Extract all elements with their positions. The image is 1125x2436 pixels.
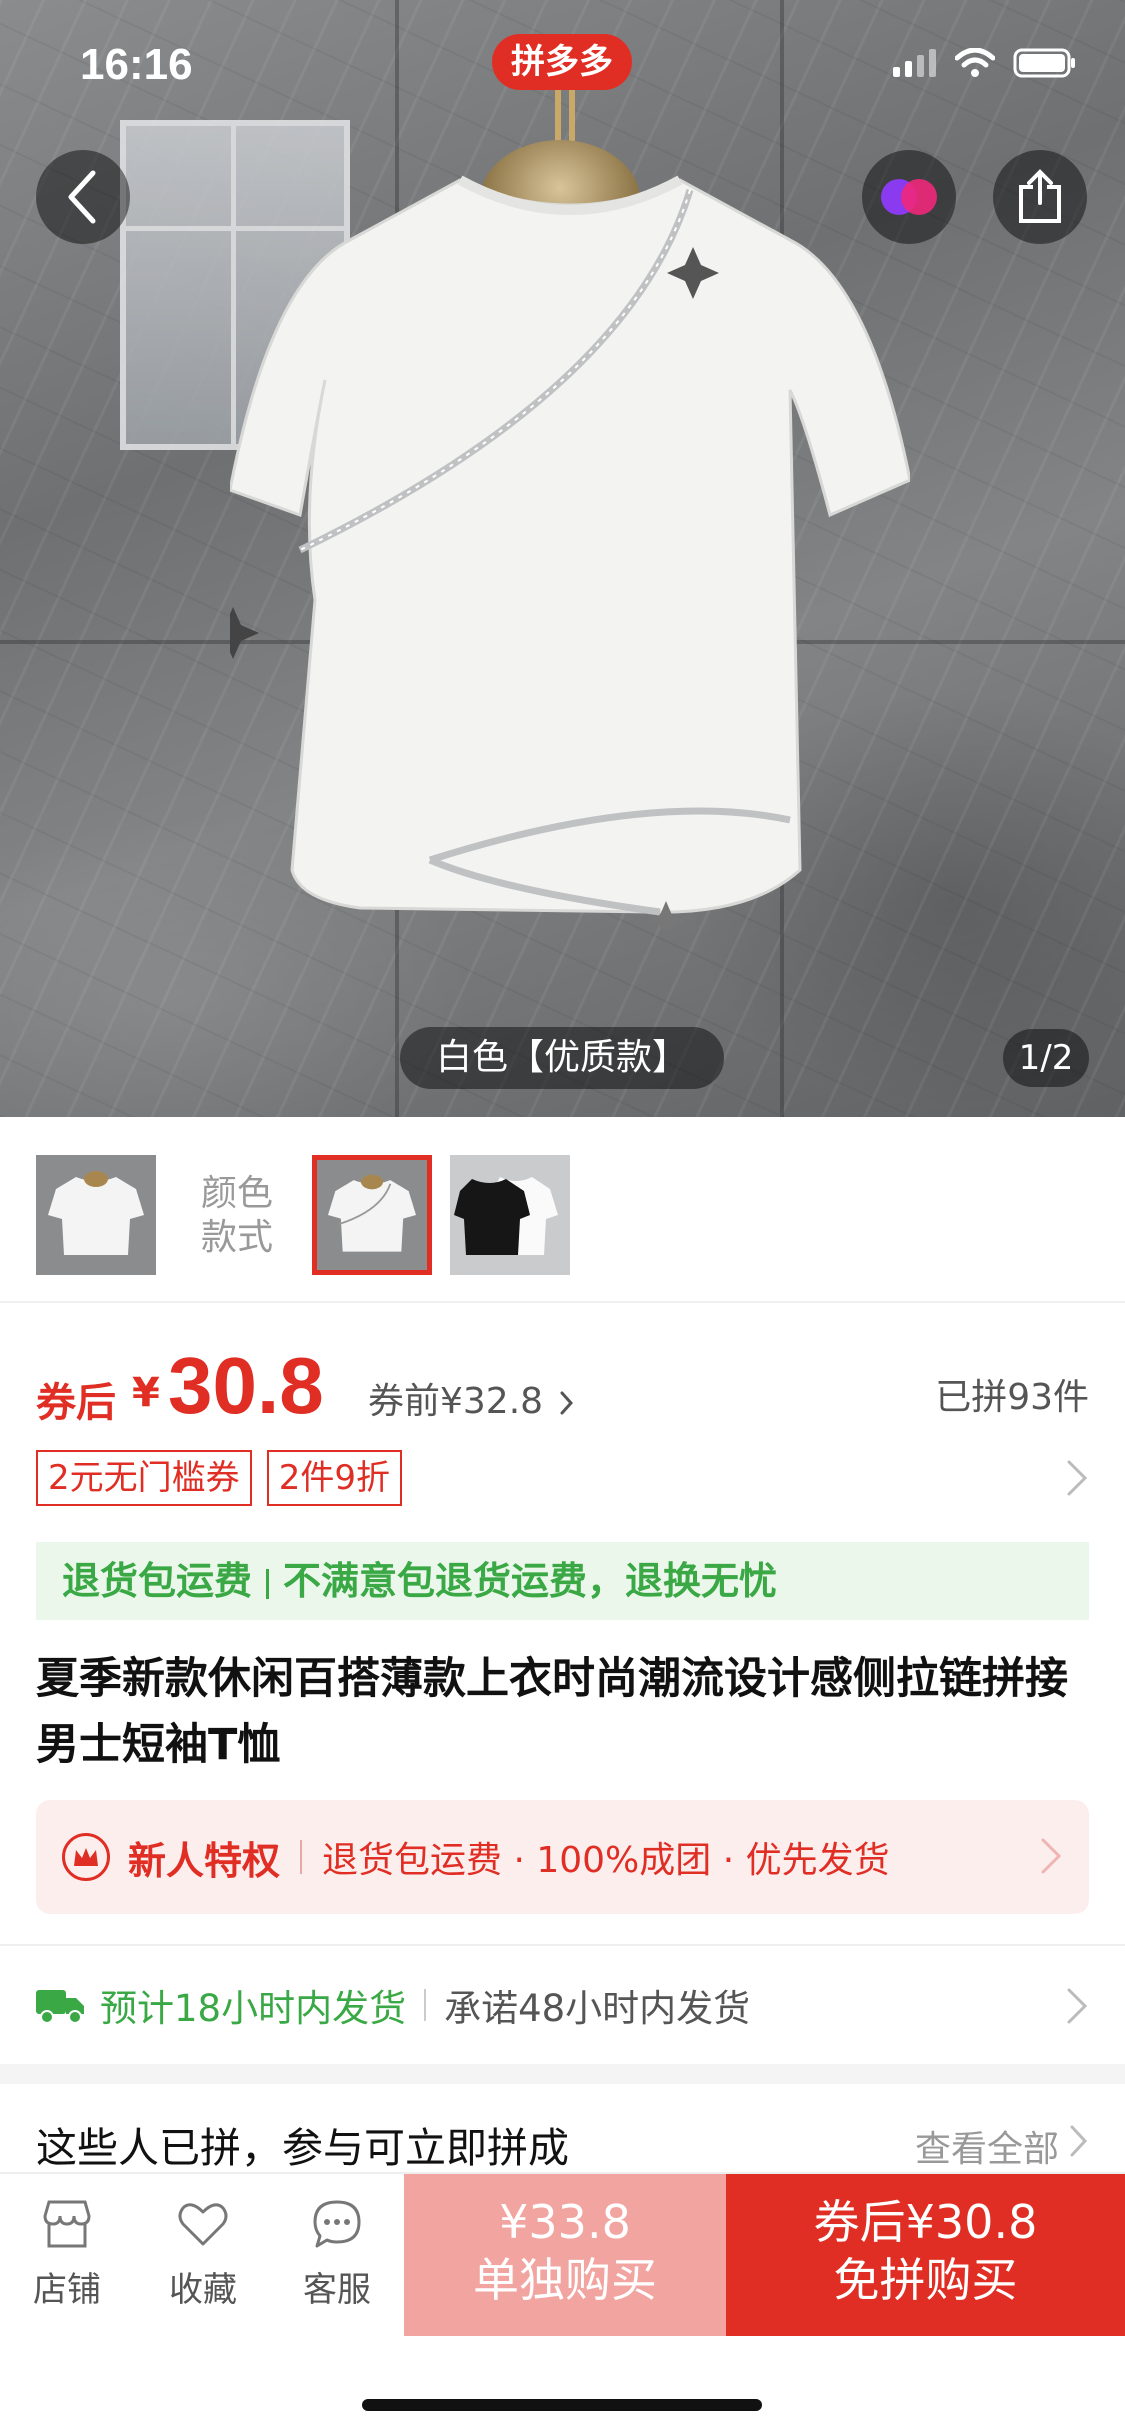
heart-icon [178, 2203, 228, 2246]
divider [424, 1989, 427, 2021]
bottom-action-bar: 店铺 收藏 客服 ¥33.8 单独购买 券后¥30.8 免拼购买 [0, 2172, 1125, 2336]
favorite-button[interactable]: 收藏 [148, 2196, 258, 2311]
variant-caption: 白色【优质款】 [400, 1027, 725, 1089]
coupon-tag[interactable]: 2元无门槛券 [36, 1450, 252, 1506]
shipping-info[interactable]: 预计18小时内发货 承诺48小时内发货 [0, 1944, 1125, 2064]
thumbnail-white-tee-zip-selected[interactable] [312, 1155, 432, 1275]
tshirt-illustration [230, 175, 910, 930]
divider [266, 1568, 270, 1599]
view-all-link[interactable]: 查看全部 [915, 2120, 1059, 2172]
image-page-indicator: 1/2 [1003, 1029, 1089, 1087]
product-title: 夏季新款休闲百搭薄款上衣时尚潮流设计感侧拉链拼接男士短袖T恤 [36, 1654, 1068, 1770]
wifi-icon [955, 48, 995, 77]
truck-icon [36, 1990, 84, 2024]
chevron-right-icon [1070, 2125, 1088, 2157]
compare-button[interactable] [862, 150, 956, 244]
store-button[interactable]: 店铺 [12, 2196, 122, 2311]
sold-count: 已拼93件 [935, 1377, 1089, 1418]
price-currency: ¥ [132, 1370, 160, 1416]
return-banner-right: 不满意包退货运费，退换无忧 [283, 1559, 778, 1603]
section-divider [0, 2064, 1125, 2084]
back-button[interactable] [36, 150, 130, 244]
chevron-right-icon [560, 1391, 573, 1415]
group-buy-button[interactable]: 券后¥30.8 免拼购买 [726, 2174, 1125, 2336]
shipping-promise: 承诺48小时内发货 [444, 1987, 751, 2030]
share-icon [1019, 169, 1061, 223]
new-user-privilege[interactable]: 新人特权 退货包运费 · 100%成团 · 优先发货 [36, 1800, 1089, 1914]
signal-icon [893, 49, 936, 77]
return-shipping-banner: 退货包运费 不满意包退货运费，退换无忧 [36, 1542, 1089, 1620]
coupon-tag[interactable]: 2件9折 [266, 1450, 402, 1506]
status-icons [893, 48, 1077, 78]
chevron-right-icon [1067, 1988, 1088, 2024]
share-button[interactable] [993, 150, 1087, 244]
price-value: 30.8 [168, 1341, 324, 1430]
home-indicator[interactable] [362, 2399, 762, 2411]
coupon-row[interactable]: 2元无门槛券 2件9折 [36, 1450, 1089, 1506]
chevron-right-icon [1041, 1838, 1062, 1874]
chevron-right-icon [1067, 1460, 1088, 1496]
price-row: 券后 ¥ 30.8 券前¥32.8 已拼93件 [36, 1340, 1089, 1430]
product-image[interactable]: 16:16 拼多多 白色【优质款】 1/2 [0, 0, 1125, 1117]
new-user-desc: 退货包运费 · 100%成团 · 优先发货 [322, 1840, 890, 1881]
customer-service-label: 客服 [303, 2270, 371, 2310]
group-buy-section[interactable]: 这些人已拼，参与可立即拼成 查看全部 [36, 2108, 1089, 2172]
store-icon [43, 2200, 91, 2248]
shipping-estimate: 预计18小时内发货 [100, 1987, 407, 2030]
favorite-label: 收藏 [169, 2270, 237, 2310]
buy-alone-button[interactable]: ¥33.8 单独购买 [404, 2174, 726, 2336]
chat-bubble-icon [313, 2200, 361, 2248]
crown-icon [62, 1833, 110, 1881]
thumbnail-label: 颜色 款式 [200, 1173, 273, 1258]
battery-icon [1013, 48, 1075, 78]
divider [300, 1840, 303, 1874]
brand-logo: 拼多多 [492, 34, 632, 90]
solo-price: ¥33.8 [499, 2195, 631, 2249]
new-user-title: 新人特权 [128, 1838, 281, 1883]
overlap-circles-icon [881, 179, 937, 215]
store-label: 店铺 [33, 2270, 101, 2310]
solo-label: 单独购买 [473, 2253, 657, 2307]
chevron-left-icon [68, 170, 96, 224]
return-banner-left: 退货包运费 [62, 1559, 253, 1603]
group-label: 免拼购买 [833, 2253, 1018, 2307]
group-price: 券后¥30.8 [813, 2195, 1038, 2249]
customer-service-button[interactable]: 客服 [282, 2196, 392, 2311]
price-before-coupon[interactable]: 券前¥32.8 [368, 1372, 575, 1424]
price-prefix: 券后 [36, 1380, 116, 1426]
thumbnail-black-white-tees[interactable] [450, 1155, 570, 1275]
variant-thumbnails: 颜色 款式 [0, 1117, 1125, 1303]
status-time: 16:16 [80, 40, 193, 89]
thumbnail-white-tee[interactable] [36, 1155, 156, 1275]
group-buy-title: 这些人已拼，参与可立即拼成 [36, 2124, 569, 2172]
price-before-text: 券前¥32.8 [368, 1381, 544, 1422]
